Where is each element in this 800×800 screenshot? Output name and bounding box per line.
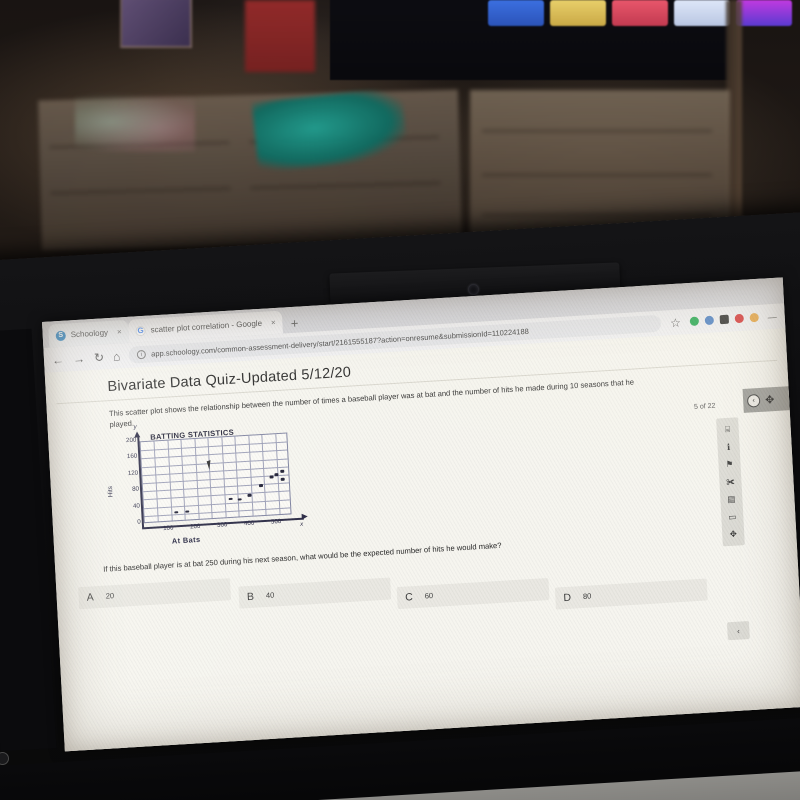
- reload-icon[interactable]: ↻: [94, 350, 105, 365]
- tv-tile: [612, 0, 668, 26]
- scatter-plot: BATTING STATISTICS Hits At Bats 0 40 80 …: [104, 424, 315, 554]
- site-info-icon[interactable]: i: [136, 349, 147, 360]
- data-point: [174, 510, 178, 514]
- data-point: [237, 497, 242, 501]
- tab-title: scatter plot correlation - Google: [150, 318, 263, 335]
- floating-controls: ‹ ✥: [742, 386, 790, 413]
- laptop-screen: S Schoology × G scatter plot correlation…: [42, 277, 800, 752]
- answer-text: 20: [105, 591, 115, 601]
- plot-area: [139, 432, 292, 524]
- y-axis-label: Hits: [106, 485, 115, 498]
- calculator-icon[interactable]: ⌸: [725, 424, 731, 434]
- bookmark-star-icon[interactable]: ☆: [670, 315, 681, 330]
- fullscreen-icon[interactable]: ✥: [729, 529, 737, 539]
- answer-letter: D: [563, 591, 572, 604]
- y-axis-arrow: [133, 431, 141, 438]
- move-handle-icon[interactable]: ✥: [765, 393, 775, 407]
- y-tick: 200: [125, 436, 137, 445]
- wall-art: [120, 0, 192, 48]
- schoology-favicon: S: [55, 330, 66, 341]
- x-axis-label: At Bats: [171, 534, 201, 546]
- info-icon[interactable]: ℹ: [727, 441, 731, 451]
- y-tick: 0: [137, 518, 141, 526]
- y-tick: 120: [127, 469, 139, 477]
- notepad-icon[interactable]: ▤: [727, 494, 736, 504]
- forward-icon[interactable]: →: [73, 351, 86, 366]
- data-point: [280, 469, 284, 473]
- data-point: [269, 475, 274, 479]
- answer-letter: B: [246, 590, 255, 603]
- answer-letter: C: [404, 590, 414, 604]
- photo-of-laptop-screen: S Schoology × G scatter plot correlation…: [0, 0, 800, 800]
- ruler-icon[interactable]: ▭: [728, 511, 737, 521]
- minimize-icon[interactable]: —: [767, 311, 777, 322]
- answer-text: 80: [582, 591, 592, 602]
- webcam-icon: [468, 284, 479, 295]
- answer-text: 40: [265, 590, 275, 601]
- tv-tile: [550, 0, 606, 26]
- y-tick: 160: [126, 452, 138, 461]
- collapse-left-icon[interactable]: ‹: [746, 393, 761, 408]
- data-point: [185, 510, 189, 513]
- data-point: [280, 478, 285, 481]
- back-icon[interactable]: ←: [52, 352, 65, 367]
- quiz-page: Bivariate Data Quiz-Updated 5/12/20 5 of…: [44, 328, 800, 752]
- y-tick: 40: [132, 502, 141, 510]
- profile-avatar[interactable]: [749, 312, 759, 323]
- data-point: [247, 493, 252, 497]
- y-axis-ticks: 0 40 80 120 160 200: [112, 437, 141, 526]
- tv-tile: [736, 0, 792, 26]
- answer-option-c[interactable]: C 60: [396, 577, 550, 609]
- answer-option-d[interactable]: D 80: [554, 578, 708, 610]
- tab-close-icon[interactable]: ×: [271, 318, 276, 327]
- x-axis-arrow: [301, 513, 308, 520]
- red-curtain: [245, 0, 315, 72]
- answer-letter: A: [86, 591, 95, 604]
- answer-text: 60: [424, 591, 434, 601]
- clutter: [75, 92, 195, 152]
- flag-icon[interactable]: ⚑: [725, 459, 733, 469]
- rail-collapse-button[interactable]: ‹: [726, 621, 750, 641]
- data-point: [258, 484, 263, 488]
- tab-close-icon[interactable]: ×: [117, 327, 122, 336]
- question-counter: 5 of 22: [693, 402, 716, 411]
- browser-tab-schoology[interactable]: S Schoology ×: [48, 319, 130, 348]
- tv-tile: [674, 0, 730, 26]
- extension-icon-red[interactable]: [734, 313, 745, 324]
- qr-code-icon[interactable]: [719, 314, 730, 325]
- tv-tile: [488, 0, 544, 26]
- y-axis-variable: y: [133, 424, 137, 431]
- extension-icon-green[interactable]: [689, 316, 700, 327]
- x-axis-variable: x: [299, 521, 304, 528]
- y-tick: 80: [131, 485, 140, 494]
- new-tab-button[interactable]: +: [282, 315, 306, 333]
- home-icon[interactable]: ⌂: [113, 349, 121, 363]
- answer-option-b[interactable]: B 40: [238, 577, 392, 609]
- data-point: [274, 473, 279, 476]
- google-favicon: G: [135, 325, 146, 336]
- mouse-cursor: [206, 459, 216, 470]
- extensions-row: [689, 312, 759, 327]
- answer-option-a[interactable]: A 20: [78, 577, 232, 609]
- extension-icon-blue[interactable]: [704, 315, 715, 326]
- data-point: [228, 497, 233, 501]
- strikethrough-icon[interactable]: ✀: [726, 476, 735, 486]
- tab-title: Schoology: [70, 328, 109, 340]
